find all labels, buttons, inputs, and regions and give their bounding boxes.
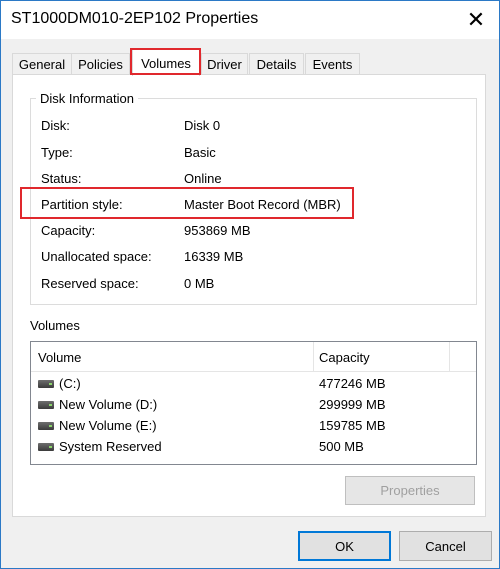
disk-information-heading: Disk Information — [36, 91, 138, 106]
column-divider[interactable] — [313, 342, 314, 372]
partition-style-label: Partition style: — [41, 197, 123, 212]
close-button[interactable]: ✕ — [453, 1, 499, 39]
tab-label: Policies — [78, 57, 123, 72]
cancel-button-label: Cancel — [425, 538, 466, 554]
ok-button[interactable]: OK — [298, 531, 391, 561]
tab-volumes[interactable]: Volumes — [132, 49, 200, 76]
drive-icon — [38, 443, 54, 451]
unallocated-space-value: 16339 MB — [184, 249, 244, 264]
tab-label: Driver — [207, 57, 242, 72]
tab-policies[interactable]: Policies — [71, 53, 130, 75]
window-title: ST1000DM010-2EP102 Properties — [11, 10, 259, 27]
volume-name: New Volume (E:) — [59, 418, 157, 433]
type-value: Basic — [184, 145, 216, 160]
ok-button-label: OK — [335, 538, 354, 554]
status-label: Status: — [41, 171, 82, 186]
properties-button-label: Properties — [380, 483, 440, 498]
volume-row-e[interactable]: New Volume (E:) 159785 MB — [31, 416, 476, 437]
disk-value: Disk 0 — [184, 118, 221, 133]
status-value: Online — [184, 171, 222, 186]
partition-style-value: Master Boot Record (MBR) — [184, 197, 341, 212]
properties-button[interactable]: Properties — [345, 476, 475, 505]
tab-strip: General Policies Volumes Driver Details … — [12, 49, 487, 76]
properties-dialog: ST1000DM010-2EP102 Properties ✕ General … — [0, 0, 500, 569]
volume-row-system-reserved[interactable]: System Reserved 500 MB — [31, 437, 476, 458]
tab-label: Details — [256, 57, 297, 72]
volume-capacity: 159785 MB — [319, 418, 386, 433]
tab-label: General — [18, 57, 66, 72]
tab-events[interactable]: Events — [305, 53, 360, 75]
title-bar: ST1000DM010-2EP102 Properties ✕ — [1, 1, 499, 39]
capacity-label: Capacity: — [41, 223, 96, 238]
volume-row-d[interactable]: New Volume (D:) 299999 MB — [31, 395, 476, 416]
capacity-value: 953869 MB — [184, 223, 251, 238]
tab-details[interactable]: Details — [249, 53, 304, 75]
drive-icon — [38, 422, 54, 430]
volume-capacity: 500 MB — [319, 439, 364, 454]
disk-label: Disk: — [41, 118, 70, 133]
column-header-capacity[interactable]: Capacity — [319, 350, 370, 365]
reserved-space-value: 0 MB — [184, 276, 215, 291]
cancel-button[interactable]: Cancel — [399, 531, 492, 561]
volume-capacity: 299999 MB — [319, 397, 386, 412]
tab-driver[interactable]: Driver — [201, 53, 248, 75]
volume-name: (C:) — [59, 376, 81, 391]
tab-label: Volumes — [141, 55, 191, 71]
reserved-space-label: Reserved space: — [41, 276, 139, 291]
column-divider[interactable] — [449, 342, 450, 372]
volumes-list-header: Volume Capacity — [31, 342, 476, 372]
tab-label: Events — [312, 57, 353, 72]
type-label: Type: — [41, 145, 73, 160]
volumes-list[interactable]: Volume Capacity (C:) 477246 MB New Volum… — [30, 341, 477, 465]
tab-general[interactable]: General — [12, 53, 72, 75]
volume-name: New Volume (D:) — [59, 397, 158, 412]
volume-row-c[interactable]: (C:) 477246 MB — [31, 374, 476, 395]
drive-icon — [38, 401, 54, 409]
drive-icon — [38, 380, 54, 388]
unallocated-space-label: Unallocated space: — [41, 249, 152, 264]
close-icon: ✕ — [466, 7, 486, 32]
volume-name: System Reserved — [59, 439, 162, 454]
volume-capacity: 477246 MB — [319, 376, 386, 391]
volumes-heading: Volumes — [30, 318, 80, 333]
column-header-volume[interactable]: Volume — [38, 350, 81, 365]
